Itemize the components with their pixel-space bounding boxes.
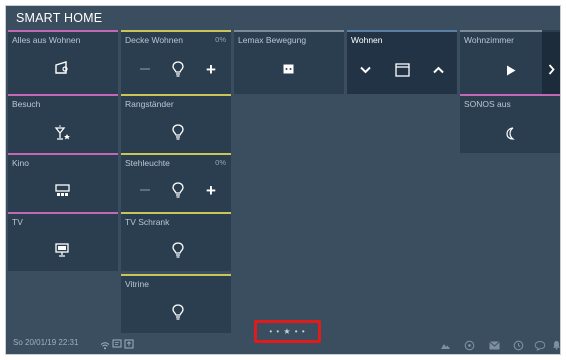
timer-icon[interactable] bbox=[512, 339, 524, 351]
bulb-icon bbox=[171, 241, 185, 259]
tile-label: Alles aus Wohnen bbox=[12, 35, 81, 45]
chevron-down-icon[interactable] bbox=[359, 65, 371, 75]
tile-tv-schrank[interactable]: TV Schrank bbox=[121, 212, 231, 271]
dim-down-button[interactable] bbox=[140, 68, 150, 70]
cinema-icon bbox=[54, 183, 70, 199]
mail-icon[interactable] bbox=[488, 339, 500, 351]
tile-label: TV bbox=[12, 217, 23, 227]
tile-wohnzimmer[interactable]: Wohnzimmer bbox=[460, 30, 542, 94]
tv-icon bbox=[54, 242, 70, 258]
bell-icon[interactable] bbox=[551, 339, 560, 351]
tile-label: Decke Wohnen bbox=[125, 35, 183, 45]
network-icon bbox=[112, 336, 122, 354]
wifi-icon bbox=[100, 337, 110, 354]
tile-label: Stehleuchte bbox=[125, 158, 170, 168]
chevron-right-icon[interactable] bbox=[546, 63, 556, 75]
app-title: SMART HOME bbox=[16, 11, 103, 25]
tile-label: SONOS aus bbox=[464, 99, 511, 109]
page-indicator[interactable]: • • ★ • • bbox=[254, 320, 321, 343]
tile-stehleuchte[interactable]: Stehleuchte 0% + bbox=[121, 153, 231, 212]
dim-up-button[interactable]: + bbox=[206, 61, 216, 78]
tile-label: Wohnzimmer bbox=[464, 35, 514, 45]
page-indicator-dots: • • ★ • • bbox=[269, 327, 306, 336]
tile-sonos-aus[interactable]: SONOS aus bbox=[460, 94, 560, 153]
dim-down-button[interactable] bbox=[140, 189, 150, 191]
smart-home-screen: SMART HOME Alles aus Wohnen Decke Wohnen… bbox=[6, 6, 560, 354]
party-scene-icon bbox=[53, 123, 73, 141]
tile-besuch[interactable]: Besuch bbox=[8, 94, 118, 153]
scene-icon bbox=[53, 60, 71, 76]
tile-kino[interactable]: Kino bbox=[8, 153, 118, 212]
tile-label: Lemax Bewegung bbox=[238, 35, 307, 45]
blind-stop-icon[interactable] bbox=[394, 62, 410, 77]
camera-icon[interactable] bbox=[439, 339, 451, 351]
tile-tv[interactable]: TV bbox=[8, 212, 118, 271]
security-icon[interactable] bbox=[463, 339, 475, 351]
scroll-right-button[interactable] bbox=[542, 30, 560, 94]
tile-label: Besuch bbox=[12, 99, 41, 109]
chevron-up-icon[interactable] bbox=[432, 65, 444, 75]
tile-rangstaender[interactable]: Rangständer bbox=[121, 94, 231, 153]
tile-lemax-bewegung[interactable]: Lemax Bewegung bbox=[234, 30, 344, 94]
dim-percent: 0% bbox=[215, 158, 226, 167]
tile-label: Kino bbox=[12, 158, 30, 168]
upload-icon bbox=[124, 336, 134, 354]
dim-percent: 0% bbox=[215, 35, 226, 44]
bulb-icon bbox=[171, 181, 185, 199]
bulb-icon bbox=[171, 60, 185, 78]
dim-up-button[interactable]: + bbox=[206, 182, 216, 199]
motion-sensor-icon bbox=[282, 63, 294, 75]
datetime-label: So 20/01/19 22:31 bbox=[13, 338, 79, 347]
play-icon[interactable] bbox=[505, 64, 517, 76]
chat-icon[interactable] bbox=[534, 339, 546, 351]
tile-label: Wohnen bbox=[351, 35, 383, 45]
tile-label: TV Schrank bbox=[125, 217, 170, 227]
tile-decke-wohnen[interactable]: Decke Wohnen 0% + bbox=[121, 30, 231, 94]
tile-label: Vitrine bbox=[125, 279, 149, 289]
moon-icon bbox=[504, 126, 518, 140]
bulb-icon bbox=[171, 303, 185, 321]
tile-wohnen-blinds[interactable]: Wohnen bbox=[347, 30, 457, 94]
tile-alles-aus-wohnen[interactable]: Alles aus Wohnen bbox=[8, 30, 118, 94]
tile-vitrine[interactable]: Vitrine bbox=[121, 274, 231, 333]
bulb-icon bbox=[171, 123, 185, 141]
top-bar: SMART HOME bbox=[6, 6, 560, 30]
tile-label: Rangständer bbox=[125, 99, 174, 109]
